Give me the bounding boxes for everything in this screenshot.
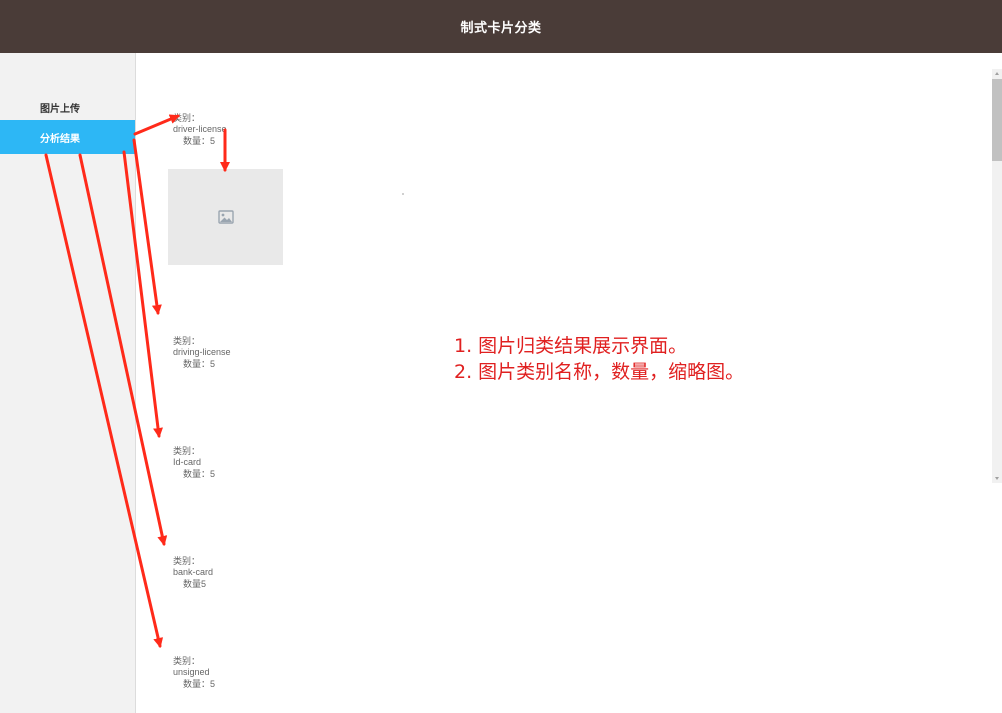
- category-count: 数量5: [183, 579, 207, 589]
- annotation-line: 2. 图片类别名称，数量，缩略图。: [454, 361, 745, 383]
- sidebar-item-upload[interactable]: 图片上传: [0, 90, 135, 124]
- category-label: 类别：: [173, 556, 201, 566]
- category-label: 类别：: [173, 336, 201, 346]
- category-name: bank-card: [173, 567, 214, 577]
- category-name: Id-card: [173, 457, 202, 467]
- category-row: 类别： bank-card 数量5: [163, 544, 215, 600]
- annotation-notes: 1. 图片归类结果展示界面。 2. 图片类别名称，数量，缩略图。: [454, 333, 744, 385]
- category-name: driving-license: [173, 347, 231, 357]
- sidebar: 图片上传 分析结果: [0, 53, 136, 713]
- sidebar-item-analysis-result[interactable]: 分析结果: [0, 120, 135, 154]
- category-label: 类别：: [173, 113, 201, 123]
- category-name: driver-license: [173, 124, 227, 134]
- category-row: 类别： unsigned 数量：5: [163, 644, 217, 700]
- category-count: 数量：5: [183, 679, 216, 689]
- decorative-dot: [402, 193, 404, 195]
- top-header: 制式卡片分类: [0, 0, 1002, 53]
- category-name: unsigned: [173, 667, 210, 677]
- scroll-down-icon[interactable]: [995, 477, 999, 480]
- scroll-up-icon[interactable]: [995, 72, 999, 75]
- scroll-thumb[interactable]: [992, 79, 1002, 161]
- category-label: 类别：: [173, 446, 201, 456]
- image-placeholder-icon: [217, 210, 234, 224]
- category-count: 数量：5: [183, 469, 216, 479]
- sidebar-item-label: 分析结果: [40, 133, 80, 145]
- thumbnail[interactable]: [168, 169, 283, 265]
- category-row: 类别： driving-license 数量：5: [163, 324, 233, 380]
- category-label: 类别：: [173, 656, 201, 666]
- category-row: 类别： Id-card 数量：5: [163, 434, 217, 490]
- annotation-line: 1. 图片归类结果展示界面。: [454, 335, 688, 357]
- category-row: 类别： driver-license 数量：5: [163, 101, 229, 157]
- sidebar-item-label: 图片上传: [40, 103, 80, 115]
- vertical-scrollbar[interactable]: [992, 69, 1002, 483]
- category-count: 数量：5: [183, 359, 216, 369]
- category-count: 数量：5: [183, 136, 216, 146]
- page-title: 制式卡片分类: [460, 20, 542, 35]
